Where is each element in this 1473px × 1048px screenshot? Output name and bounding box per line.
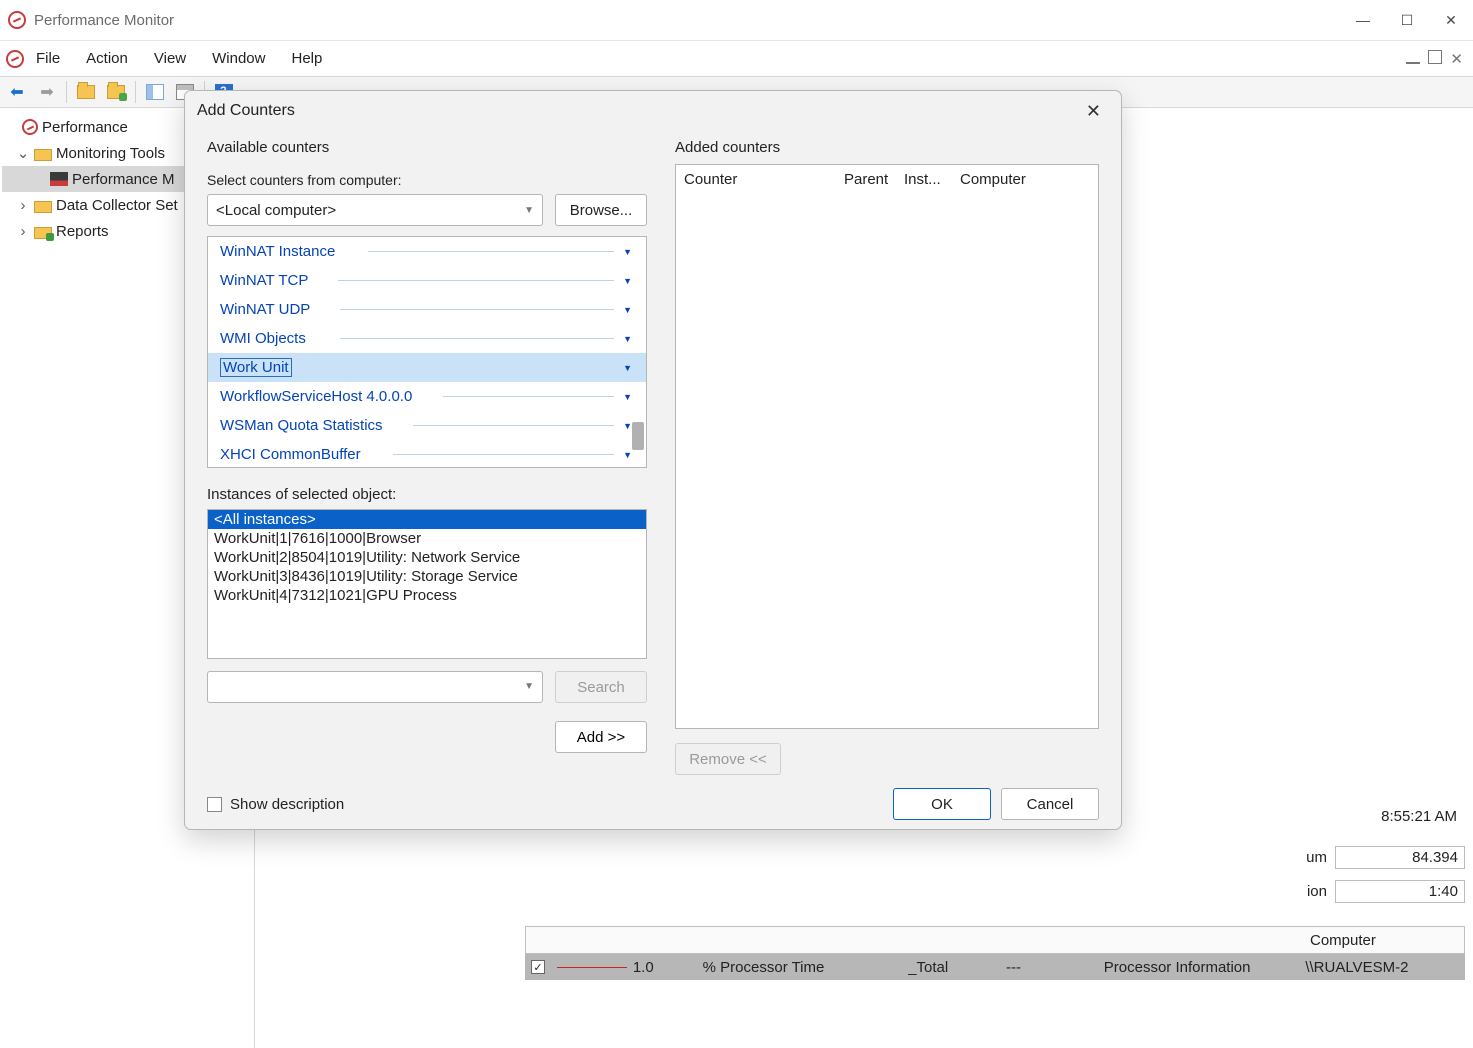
close-button[interactable]: ✕ bbox=[1443, 12, 1459, 29]
instances-head: Instances of selected object: bbox=[207, 486, 647, 503]
instance-item[interactable]: WorkUnit|3|8436|1019|Utility: Storage Se… bbox=[208, 567, 646, 586]
menu-view[interactable]: View bbox=[154, 50, 186, 67]
counter-item[interactable]: WinNAT Instance▼ bbox=[208, 237, 646, 266]
added-counters-head: Added counters bbox=[675, 139, 1099, 156]
col-inst[interactable]: Inst... bbox=[904, 171, 960, 188]
counter-item[interactable]: WorkflowServiceHost 4.0.0.0▼ bbox=[208, 382, 646, 411]
ok-button[interactable]: OK bbox=[893, 788, 991, 820]
browse-button[interactable]: Browse... bbox=[555, 194, 647, 226]
col-parent[interactable]: Parent bbox=[844, 171, 904, 188]
computer-combo[interactable]: <Local computer> ▼ bbox=[207, 194, 543, 226]
cell-counter: % Processor Time bbox=[703, 959, 909, 976]
mdi-restore-icon[interactable] bbox=[1428, 50, 1442, 64]
chevron-down-icon[interactable]: ▼ bbox=[623, 450, 632, 460]
col-computer[interactable]: Computer bbox=[960, 171, 1026, 188]
titlebar: Performance Monitor — ☐ ✕ bbox=[0, 0, 1473, 40]
cell-scale: 1.0 bbox=[633, 959, 703, 976]
collapse-icon[interactable]: ⌄ bbox=[16, 144, 30, 162]
counter-item[interactable]: WMI Objects▼ bbox=[208, 324, 646, 353]
checkbox-icon[interactable]: ✓ bbox=[531, 960, 545, 974]
back-button[interactable]: ⬅ bbox=[6, 81, 28, 103]
cell-object: Processor Information bbox=[1104, 959, 1306, 976]
counter-item-selected[interactable]: Work Unit▼ bbox=[208, 353, 646, 382]
separator bbox=[66, 81, 67, 103]
expand-icon[interactable]: › bbox=[16, 197, 30, 214]
chevron-down-icon[interactable]: ▼ bbox=[623, 305, 632, 315]
maximize-button[interactable]: ☐ bbox=[1399, 12, 1415, 29]
app-icon bbox=[22, 119, 38, 135]
added-list[interactable]: Counter Parent Inst... Computer bbox=[675, 164, 1099, 729]
menu-action[interactable]: Action bbox=[86, 50, 128, 67]
select-from-label: Select counters from computer: bbox=[207, 172, 647, 188]
chevron-down-icon: ▼ bbox=[524, 681, 534, 692]
instance-item[interactable]: WorkUnit|1|7616|1000|Browser bbox=[208, 529, 646, 548]
chevron-down-icon[interactable]: ▼ bbox=[623, 334, 632, 344]
show-description-toggle[interactable]: Show description bbox=[207, 796, 344, 813]
stat-label: ion bbox=[1307, 883, 1327, 900]
menu-help[interactable]: Help bbox=[291, 50, 322, 67]
chevron-down-icon[interactable]: ▼ bbox=[623, 392, 632, 402]
folder-icon bbox=[34, 149, 52, 161]
color-swatch bbox=[557, 967, 627, 968]
cell-computer: \\RUALVESM-2 bbox=[1305, 959, 1465, 976]
instance-item[interactable]: <All instances> bbox=[208, 510, 646, 529]
stat-time: 8:55:21 AM bbox=[1381, 808, 1457, 825]
counter-list[interactable]: WinNAT Instance▼ WinNAT TCP▼ WinNAT UDP▼… bbox=[207, 236, 647, 468]
cancel-button[interactable]: Cancel bbox=[1001, 788, 1099, 820]
chevron-down-icon: ▼ bbox=[524, 205, 534, 216]
forward-button[interactable]: ➡ bbox=[36, 81, 58, 103]
panel-icon[interactable] bbox=[144, 81, 166, 103]
window-title: Performance Monitor bbox=[34, 12, 174, 29]
app-icon bbox=[8, 11, 26, 29]
chevron-down-icon[interactable]: ▼ bbox=[623, 421, 632, 431]
added-header: Counter Parent Inst... Computer bbox=[676, 165, 1098, 193]
instances-list[interactable]: <All instances> WorkUnit|1|7616|1000|Bro… bbox=[207, 509, 647, 659]
counter-item[interactable]: XHCI CommonBuffer▼ bbox=[208, 440, 646, 468]
chevron-down-icon[interactable]: ▼ bbox=[623, 276, 632, 286]
remove-button: Remove << bbox=[675, 743, 781, 775]
add-counters-dialog: Add Counters ✕ Available counters Select… bbox=[184, 90, 1122, 830]
counter-item[interactable]: WinNAT TCP▼ bbox=[208, 266, 646, 295]
expand-icon[interactable]: › bbox=[16, 223, 30, 240]
cell-parent: --- bbox=[1006, 959, 1104, 976]
dialog-titlebar: Add Counters ✕ bbox=[185, 91, 1121, 131]
stat-label: um bbox=[1306, 849, 1327, 866]
legend-header: Computer bbox=[525, 926, 1465, 954]
open-folder-icon[interactable] bbox=[75, 81, 97, 103]
checkbox-icon[interactable] bbox=[207, 797, 222, 812]
counter-item[interactable]: WSMan Quota Statistics▼ bbox=[208, 411, 646, 440]
stat-value: 84.394 bbox=[1335, 846, 1465, 869]
folder-green-icon[interactable] bbox=[105, 81, 127, 103]
minimize-button[interactable]: — bbox=[1355, 12, 1371, 29]
instance-item[interactable]: WorkUnit|4|7312|1021|GPU Process bbox=[208, 586, 646, 605]
search-combo[interactable]: ▼ bbox=[207, 671, 543, 703]
menu-file[interactable]: File bbox=[36, 50, 60, 67]
show-description-label: Show description bbox=[230, 796, 344, 813]
computer-value: <Local computer> bbox=[216, 202, 336, 219]
menubar: File Action View Window Help ✕ bbox=[0, 40, 1473, 76]
search-button: Search bbox=[555, 671, 647, 703]
app-icon bbox=[6, 50, 24, 68]
dialog-title: Add Counters bbox=[197, 102, 295, 120]
mdi-minimize-icon[interactable] bbox=[1406, 50, 1420, 64]
chevron-down-icon[interactable]: ▼ bbox=[623, 247, 632, 257]
menu-window[interactable]: Window bbox=[212, 50, 265, 67]
counter-item[interactable]: WinNAT UDP▼ bbox=[208, 295, 646, 324]
chevron-down-icon[interactable]: ▼ bbox=[623, 363, 632, 373]
dialog-close-button[interactable]: ✕ bbox=[1078, 97, 1109, 126]
folder-icon bbox=[34, 227, 52, 239]
stat-value: 1:40 bbox=[1335, 880, 1465, 903]
perfmon-icon bbox=[50, 172, 68, 186]
scrollbar-thumb[interactable] bbox=[632, 422, 644, 450]
col-computer[interactable]: Computer bbox=[1302, 932, 1464, 949]
separator bbox=[135, 81, 136, 103]
available-counters-head: Available counters bbox=[207, 139, 647, 156]
cell-instance: _Total bbox=[908, 959, 1006, 976]
legend-row[interactable]: ✓ 1.0 % Processor Time _Total --- Proces… bbox=[525, 954, 1465, 980]
instance-item[interactable]: WorkUnit|2|8504|1019|Utility: Network Se… bbox=[208, 548, 646, 567]
add-button[interactable]: Add >> bbox=[555, 721, 647, 753]
col-counter[interactable]: Counter bbox=[684, 171, 844, 188]
folder-icon bbox=[34, 201, 52, 213]
mdi-close-icon[interactable]: ✕ bbox=[1450, 50, 1463, 68]
